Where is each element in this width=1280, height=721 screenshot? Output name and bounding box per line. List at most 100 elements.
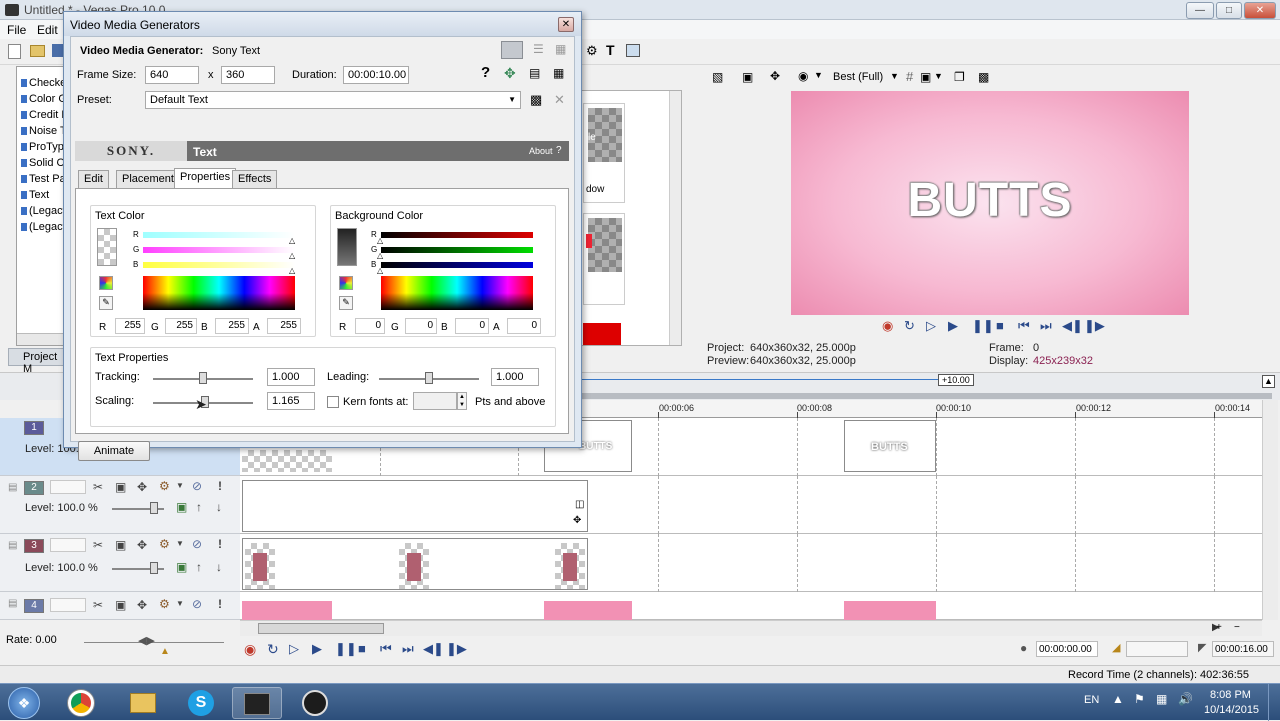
move-icon[interactable]: ✥	[770, 69, 780, 83]
track-fx-icon[interactable]: ▣	[115, 480, 126, 494]
pause-icon[interactable]: ❚❚	[972, 318, 994, 334]
bg-red-bar[interactable]	[381, 232, 533, 238]
kern-fonts-checkbox[interactable]	[327, 396, 339, 408]
track-fx-icon[interactable]: ▣	[115, 598, 126, 612]
list-item[interactable]: Solid C	[21, 157, 64, 169]
next-frame-icon[interactable]: ❚▶	[446, 641, 467, 657]
bg-b-value[interactable]: 0	[455, 318, 489, 334]
eyedropper-icon[interactable]: ✎	[99, 296, 113, 310]
bg-blue-bar[interactable]	[381, 262, 533, 268]
text-color-swatch[interactable]	[97, 228, 117, 266]
text-r-value[interactable]: 255	[115, 318, 145, 334]
list-item[interactable]: (Legacy	[21, 221, 68, 233]
image-tool-icon[interactable]	[626, 44, 640, 57]
save-preset-icon[interactable]: ▩	[530, 92, 542, 108]
track-settings-icon[interactable]: ⚙	[159, 597, 170, 611]
output-icon[interactable]: ▤	[529, 66, 540, 80]
list-item[interactable]: Text	[21, 189, 49, 201]
timeline-vscrollbar[interactable]	[1262, 400, 1278, 620]
go-to-end-icon[interactable]: ⏭	[1040, 318, 1052, 334]
tray-expand-icon[interactable]: ▲	[1112, 692, 1124, 706]
solo-icon[interactable]: !	[218, 537, 222, 551]
tab-project-media[interactable]: Project M	[8, 348, 68, 375]
record-icon[interactable]: ◉	[244, 641, 256, 658]
go-to-start-icon[interactable]: ⏮	[1018, 318, 1030, 334]
track-composite-icon[interactable]: ✥	[137, 598, 147, 612]
zoom-out-icon[interactable]: −	[1234, 622, 1240, 633]
list-item[interactable]: Test Pa	[21, 173, 66, 185]
about-link[interactable]: About	[529, 146, 553, 156]
mute-icon[interactable]: ⊘	[192, 479, 202, 493]
new-file-icon[interactable]	[8, 44, 21, 59]
grid-view-icon[interactable]: ▦	[555, 42, 566, 56]
leading-knob[interactable]	[425, 372, 433, 384]
clip[interactable]	[242, 601, 332, 620]
tab-effects[interactable]: Effects	[232, 170, 278, 188]
track-lane-3[interactable]	[240, 534, 1262, 592]
prev-frame-icon[interactable]: ◀❚	[423, 641, 444, 657]
play-icon[interactable]: ▶	[312, 641, 322, 657]
timeline-hscrollbar[interactable]: + −	[240, 620, 1262, 636]
tracking-value[interactable]: 1.000	[267, 368, 315, 386]
kern-spinner[interactable]: ▲ ▼	[457, 392, 467, 410]
obs-taskbar-icon[interactable]	[290, 687, 340, 719]
mute-icon[interactable]: ⊘	[192, 597, 202, 611]
list-item[interactable]: Noise T	[21, 125, 67, 137]
preset-thumb[interactable]: le dow	[583, 103, 625, 203]
volume-icon[interactable]: 🔊	[1178, 692, 1193, 706]
arrow-up-icon[interactable]: ↑	[196, 560, 202, 574]
slider-knob[interactable]	[150, 562, 158, 574]
dialog-close-button[interactable]: ✕	[558, 17, 574, 32]
list-item[interactable]: Checke	[21, 77, 66, 89]
arrow-up-icon[interactable]: ↑	[196, 500, 202, 514]
thumbs-scrollbar[interactable]	[669, 91, 681, 345]
track-fx-chain-icon[interactable]: ▣	[176, 500, 187, 514]
text-a-value[interactable]: 255	[267, 318, 301, 334]
video-preview[interactable]: BUTTS	[791, 91, 1189, 315]
dialog-menu-icon[interactable]: ▦	[553, 66, 564, 80]
slider-marker-icon[interactable]: △	[377, 266, 383, 275]
slider-marker-icon[interactable]: △	[289, 251, 295, 260]
track-header-2[interactable]: ▤ 2 ✂ ▣ ✥ ⚙ ▼ ⊘ ! Level: 100.0 % ▣ ↑ ↓	[0, 476, 240, 534]
prev-frame-icon[interactable]: ◀❚	[1062, 318, 1083, 334]
track-header-4[interactable]: ▤ 4 ✂ ▣ ✥ ⚙ ▼ ⊘ !	[0, 592, 240, 620]
track-motion-icon[interactable]: ✂	[93, 598, 103, 612]
play-icon[interactable]: ▶	[948, 318, 958, 334]
track-motion-icon[interactable]: ✂	[93, 480, 103, 494]
list-item[interactable]: ProTyp	[21, 141, 64, 153]
selection-start-field[interactable]	[1126, 641, 1188, 657]
chrome-taskbar-icon[interactable]	[56, 687, 106, 719]
track-name-field[interactable]	[50, 538, 86, 552]
open-folder-icon[interactable]	[30, 45, 45, 57]
skype-taskbar-icon[interactable]: S	[176, 687, 226, 719]
menu-file[interactable]: File	[7, 23, 26, 37]
clock-time[interactable]: 8:08 PM	[1210, 689, 1251, 701]
tab-edit[interactable]: Edit	[78, 170, 109, 188]
record-icon[interactable]: ◉	[882, 318, 893, 334]
preset-thumb[interactable]	[583, 213, 625, 305]
go-to-end-icon[interactable]: ⏭	[402, 641, 414, 657]
animate-button[interactable]: Animate	[78, 441, 150, 461]
dialog-titlebar[interactable]: Video Media Generators ✕	[64, 12, 581, 36]
solo-icon[interactable]: !	[218, 479, 222, 493]
quality-select[interactable]: Best (Full)	[833, 71, 883, 83]
clip-fx-icon[interactable]: ✥	[573, 515, 581, 526]
minimize-button[interactable]: —	[1186, 2, 1214, 19]
track-lane-4[interactable]	[240, 592, 1262, 620]
next-frame-icon[interactable]: ❚▶	[1084, 318, 1105, 334]
track-fx-chain-icon[interactable]: ▣	[176, 560, 187, 574]
about-help-icon[interactable]: ?	[556, 145, 562, 156]
overlay-icon[interactable]: ▣	[920, 70, 931, 84]
track-composite-icon[interactable]: ✥	[137, 538, 147, 552]
text-blue-bar[interactable]	[143, 262, 295, 268]
copy-snapshot-icon[interactable]: ❐	[954, 70, 965, 84]
color-palette-button[interactable]	[339, 276, 353, 290]
arrow-down-icon[interactable]: ↓	[216, 560, 222, 574]
help-icon[interactable]: ?	[481, 64, 490, 81]
tray-flag-icon[interactable]: ⚑	[1134, 692, 1145, 706]
chevron-down-icon[interactable]: ▼	[176, 539, 184, 548]
split-screen-icon[interactable]: ◉	[798, 69, 808, 83]
slider-marker-icon[interactable]: △	[289, 266, 295, 275]
split-view-icon[interactable]: ☰	[533, 42, 544, 56]
crop-icon[interactable]: ◫	[575, 499, 584, 510]
